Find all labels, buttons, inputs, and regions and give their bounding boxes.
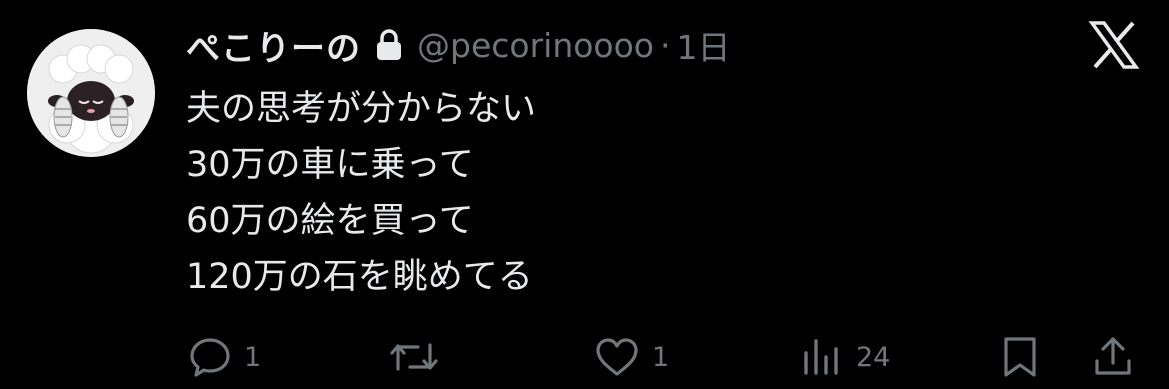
tweet-line: 120万の石を眺めてる [186,257,533,297]
timestamp[interactable]: 1日 [677,21,731,69]
reply-button[interactable]: 1 [188,332,261,382]
avatar[interactable] [27,29,155,157]
reply-icon [188,335,232,379]
like-count: 1 [652,341,670,373]
bookmark-button[interactable] [1000,332,1040,382]
views-count: 24 [856,341,891,373]
separator-dot: · [660,25,671,65]
heart-icon [594,335,640,379]
user-handle[interactable]: @pecorinoooo [417,26,654,65]
tweet-header: ぺこりーの @pecorinoooo · 1日 [186,20,731,70]
share-icon [1092,335,1134,379]
tweet-line: 夫の思考が分からない [186,89,537,129]
tweet-text: 夫の思考が分からない 30万の車に乗って 60万の絵を買って 120万の石を眺め… [186,81,1086,305]
x-logo-icon [1088,20,1140,70]
display-name[interactable]: ぺこりーの [186,21,361,70]
retweet-icon [388,335,440,379]
views-button[interactable]: 24 [800,332,890,382]
bookmark-icon [1000,335,1040,379]
like-button[interactable]: 1 [594,332,669,382]
tweet-line: 30万の車に乗って [186,145,474,185]
share-button[interactable] [1092,332,1134,382]
action-bar: 1 1 24 [0,332,1169,382]
reply-count: 1 [244,341,262,373]
retweet-button[interactable] [388,332,452,382]
lock-icon [375,28,403,62]
views-icon [800,335,844,379]
tweet-card[interactable]: ぺこりーの @pecorinoooo · 1日 夫の思考が分からない 30万の車… [0,0,1169,389]
tweet-line: 60万の絵を買って [186,201,474,241]
